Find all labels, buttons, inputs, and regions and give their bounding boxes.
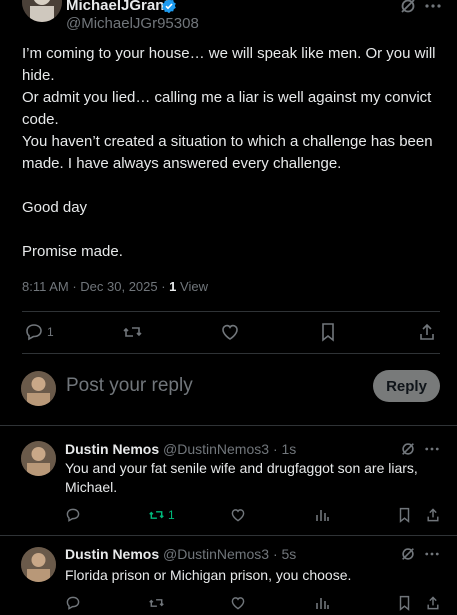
reply-button[interactable]: Reply bbox=[373, 370, 440, 402]
share-icon[interactable] bbox=[417, 322, 437, 342]
reply-text: You and your fat senile wife and drugfag… bbox=[65, 460, 418, 495]
repost-count: 1 bbox=[168, 508, 175, 522]
more-options-icon[interactable] bbox=[425, 3, 441, 9]
divider bbox=[22, 353, 440, 354]
reply-avatar[interactable] bbox=[21, 547, 56, 582]
divider bbox=[22, 311, 440, 312]
reply-icon bbox=[24, 322, 44, 342]
reply-header: Dustin Nemos @DustinNemos3 · 5s bbox=[65, 546, 296, 562]
author-handle[interactable]: @MichaelJGr95308 bbox=[66, 15, 199, 32]
author-avatar[interactable] bbox=[22, 0, 62, 22]
more-options-icon[interactable] bbox=[425, 551, 439, 557]
reply-header: Dustin Nemos @DustinNemos3 · 1s bbox=[65, 441, 296, 457]
divider bbox=[0, 535, 457, 536]
reply-author-name[interactable]: Dustin Nemos bbox=[65, 546, 159, 562]
reply-count: 1 bbox=[47, 325, 54, 339]
reply-time[interactable]: · 1s bbox=[273, 441, 296, 457]
like-icon[interactable] bbox=[220, 322, 240, 342]
grok-icon[interactable] bbox=[399, 0, 417, 15]
analytics-icon[interactable] bbox=[314, 507, 330, 523]
share-icon[interactable] bbox=[425, 507, 441, 523]
reply-icon[interactable] bbox=[65, 595, 81, 611]
like-icon[interactable] bbox=[230, 507, 246, 523]
bookmark-icon[interactable] bbox=[397, 507, 412, 523]
bookmark-icon[interactable] bbox=[319, 322, 337, 342]
view-label: View bbox=[176, 279, 208, 294]
divider bbox=[0, 425, 457, 426]
reply-author-handle[interactable]: @DustinNemos3 bbox=[163, 441, 269, 457]
reply-avatar[interactable] bbox=[21, 441, 56, 476]
tweet-text: I’m coming to your house… we will speak … bbox=[22, 45, 436, 260]
share-icon[interactable] bbox=[425, 595, 441, 611]
reply-author-handle[interactable]: @DustinNemos3 bbox=[163, 546, 269, 562]
more-options-icon[interactable] bbox=[425, 446, 439, 452]
analytics-icon[interactable] bbox=[314, 595, 330, 611]
own-avatar[interactable] bbox=[21, 371, 56, 406]
grok-icon[interactable] bbox=[400, 441, 416, 457]
tweet-timestamp[interactable]: 8:11 AM · Dec 30, 2025 · bbox=[22, 279, 169, 294]
reply-author-name[interactable]: Dustin Nemos bbox=[65, 441, 159, 457]
verified-badge-icon bbox=[161, 0, 177, 14]
tweet-meta: 8:11 AM · Dec 30, 2025 · 1 View bbox=[22, 279, 208, 294]
reply-action[interactable]: 1 bbox=[24, 322, 54, 342]
reply-input[interactable]: Post your reply bbox=[66, 375, 193, 397]
bookmark-icon[interactable] bbox=[397, 595, 412, 611]
reply-time[interactable]: · 5s bbox=[273, 546, 296, 562]
repost-icon[interactable] bbox=[148, 595, 165, 611]
repost-action[interactable]: 1 bbox=[148, 507, 175, 523]
repost-icon bbox=[148, 507, 165, 523]
repost-icon[interactable] bbox=[122, 322, 143, 342]
reply-icon[interactable] bbox=[65, 507, 81, 523]
like-icon[interactable] bbox=[230, 595, 246, 611]
author-name[interactable]: MichaelJGrant bbox=[66, 0, 169, 14]
reply-text: Florida prison or Michigan prison, you c… bbox=[65, 567, 352, 583]
grok-icon[interactable] bbox=[400, 546, 416, 562]
